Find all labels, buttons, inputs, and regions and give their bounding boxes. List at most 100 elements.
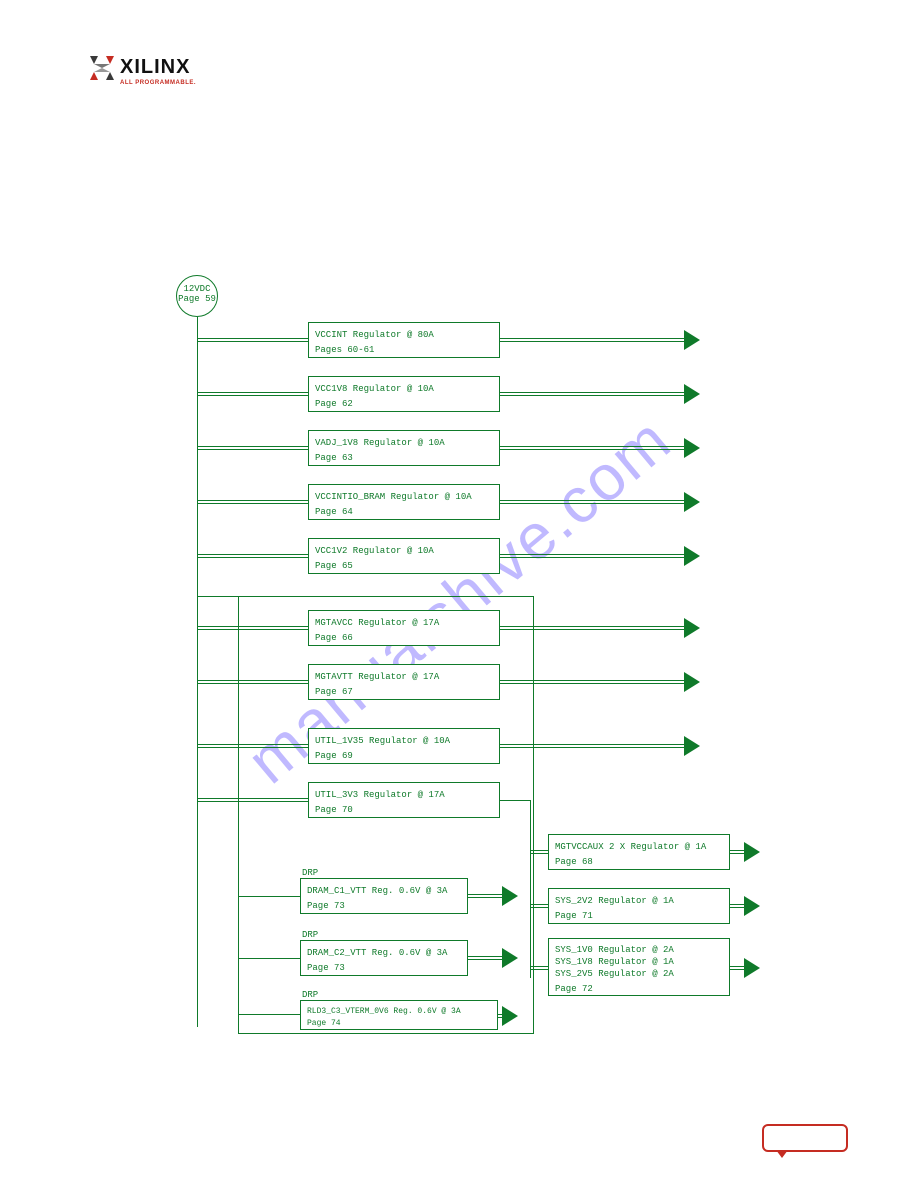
- drp-page: Page 73: [307, 961, 461, 976]
- reg-title: MGTVCCAUX 2 X Regulator @ 1A: [555, 840, 723, 855]
- arrow-right-icon: [504, 1008, 518, 1024]
- reg-page: Page 62: [315, 397, 493, 412]
- arrow-right-icon: [504, 888, 518, 904]
- reg-page: Pages 60-61: [315, 343, 493, 358]
- reg-line: SYS_1V0 Regulator @ 2A: [555, 944, 723, 956]
- xilinx-logo-icon: [90, 56, 114, 80]
- reg-line: SYS_2V5 Regulator @ 2A: [555, 968, 723, 980]
- reg-page: Page 64: [315, 505, 493, 520]
- feed-h: [238, 1014, 300, 1015]
- brand-name: XILINX: [120, 56, 190, 79]
- out-h: [500, 554, 686, 555]
- page: XILINX ALL PROGRAMMABLE. manualshive.com…: [0, 0, 918, 1188]
- arrow-right-icon: [686, 332, 700, 348]
- feed-h: [530, 904, 548, 905]
- drp-title: DRAM_C2_VTT Reg. 0.6V @ 3A: [307, 946, 461, 961]
- feed-h: [197, 392, 308, 393]
- feed-line: [197, 317, 198, 1027]
- reg-title: MGTAVTT Regulator @ 17A: [315, 670, 493, 685]
- source-title: 12VDC: [177, 284, 217, 294]
- drp-page: Page 74: [307, 1018, 491, 1030]
- drp-title: RLD3_C3_VTERM_0V6 Reg. 0.6V @ 3A: [307, 1006, 491, 1018]
- drop-line: [530, 800, 531, 978]
- out-h: [500, 338, 686, 339]
- reg-page: Page 72: [555, 983, 723, 995]
- arrow-right-icon: [686, 738, 700, 754]
- drp-label: DRP: [302, 930, 318, 940]
- drp-box: RLD3_C3_VTERM_0V6 Reg. 0.6V @ 3A Page 74: [300, 1000, 498, 1030]
- regulator-box: VCC1V8 Regulator @ 10A Page 62: [308, 376, 500, 412]
- out-h: [500, 500, 686, 501]
- feed-h: [197, 798, 308, 799]
- regulator-box: VCCINTIO_BRAM Regulator @ 10A Page 64: [308, 484, 500, 520]
- reg-page: Page 65: [315, 559, 493, 574]
- feed-h: [197, 744, 308, 745]
- drp-page: Page 73: [307, 899, 461, 914]
- reg-page: Page 70: [315, 803, 493, 818]
- out-h: [500, 626, 686, 627]
- regulator-box: MGTVCCAUX 2 X Regulator @ 1A Page 68: [548, 834, 730, 870]
- feed-h: [197, 626, 308, 627]
- reg-title: VCC1V2 Regulator @ 10A: [315, 544, 493, 559]
- out-h: [500, 446, 686, 447]
- out-h: [500, 800, 530, 801]
- arrow-right-icon: [686, 620, 700, 636]
- arrow-right-icon: [686, 494, 700, 510]
- reg-page: Page 68: [555, 855, 723, 870]
- reg-page: Page 67: [315, 685, 493, 700]
- arrow-right-icon: [746, 898, 760, 914]
- feed-h: [238, 896, 300, 897]
- reg-page: Page 66: [315, 631, 493, 646]
- arrow-right-icon: [686, 440, 700, 456]
- feed-h: [197, 680, 308, 681]
- feedback-bubble-icon[interactable]: [762, 1124, 848, 1152]
- arrow-right-icon: [746, 844, 760, 860]
- reg-page: Page 71: [555, 909, 723, 924]
- drp-label: DRP: [302, 868, 318, 878]
- brand-tagline: ALL PROGRAMMABLE.: [120, 80, 196, 86]
- arrow-right-icon: [686, 548, 700, 564]
- reg-title: MGTAVCC Regulator @ 17A: [315, 616, 493, 631]
- reg-page: Page 63: [315, 451, 493, 466]
- feed-h: [530, 850, 548, 851]
- reg-title: VCCINT Regulator @ 80A: [315, 328, 493, 343]
- regulator-box: SYS_1V0 Regulator @ 2A SYS_1V8 Regulator…: [548, 938, 730, 996]
- arrow-right-icon: [686, 674, 700, 690]
- regulator-box: VCCINT Regulator @ 80A Pages 60-61: [308, 322, 500, 358]
- feed-h: [238, 958, 300, 959]
- regulator-box: MGTAVCC Regulator @ 17A Page 66: [308, 610, 500, 646]
- drp-title: DRAM_C1_VTT Reg. 0.6V @ 3A: [307, 884, 461, 899]
- reg-title: VADJ_1V8 Regulator @ 10A: [315, 436, 493, 451]
- feed-h: [530, 966, 548, 967]
- out-h: [468, 894, 504, 895]
- regulator-box: SYS_2V2 Regulator @ 1A Page 71: [548, 888, 730, 924]
- reg-page: Page 69: [315, 749, 493, 764]
- reg-title: SYS_2V2 Regulator @ 1A: [555, 894, 723, 909]
- out-h: [468, 956, 504, 957]
- out-h: [500, 744, 686, 745]
- reg-title: UTIL_3V3 Regulator @ 17A: [315, 788, 493, 803]
- drp-box: DRAM_C2_VTT Reg. 0.6V @ 3A Page 73: [300, 940, 468, 976]
- source-page: Page 59: [177, 294, 217, 304]
- feed-h: [197, 596, 238, 597]
- arrow-right-icon: [686, 386, 700, 402]
- feed-h: [197, 500, 308, 501]
- regulator-box: UTIL_1V35 Regulator @ 10A Page 69: [308, 728, 500, 764]
- feed-h: [197, 554, 308, 555]
- regulator-box: MGTAVTT Regulator @ 17A Page 67: [308, 664, 500, 700]
- regulator-box: VADJ_1V8 Regulator @ 10A Page 63: [308, 430, 500, 466]
- arrow-right-icon: [746, 960, 760, 976]
- reg-line: SYS_1V8 Regulator @ 1A: [555, 956, 723, 968]
- out-h: [500, 680, 686, 681]
- out-h: [500, 392, 686, 393]
- feed-h: [197, 338, 308, 339]
- reg-title: VCC1V8 Regulator @ 10A: [315, 382, 493, 397]
- regulator-box: UTIL_3V3 Regulator @ 17A Page 70: [308, 782, 500, 818]
- drp-label: DRP: [302, 990, 318, 1000]
- feed-h: [197, 446, 308, 447]
- reg-title: VCCINTIO_BRAM Regulator @ 10A: [315, 490, 493, 505]
- regulator-box: VCC1V2 Regulator @ 10A Page 65: [308, 538, 500, 574]
- reg-title: UTIL_1V35 Regulator @ 10A: [315, 734, 493, 749]
- drp-box: DRAM_C1_VTT Reg. 0.6V @ 3A Page 73: [300, 878, 468, 914]
- source-node: 12VDC Page 59: [176, 275, 218, 317]
